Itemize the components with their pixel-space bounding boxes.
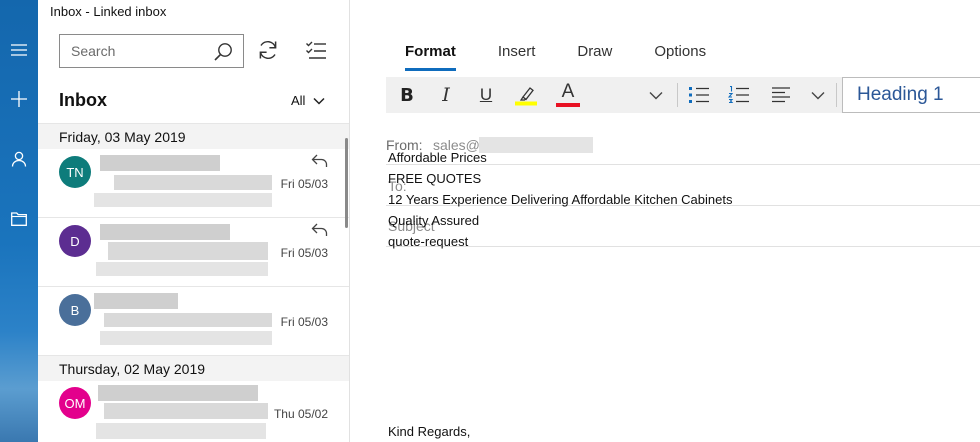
redacted-sender <box>94 293 178 309</box>
folder-icon[interactable] <box>0 204 38 234</box>
message-list-pane: Inbox - Linked inbox Inbox All Friday, 0… <box>38 0 350 442</box>
folder-title: Inbox <box>59 90 107 110</box>
redacted-from-address <box>479 137 593 153</box>
avatar: TN <box>59 156 91 188</box>
tab-draw[interactable]: Draw <box>577 43 612 71</box>
date-group-header: Friday, 03 May 2019 <box>38 123 349 149</box>
window-title: Inbox - Linked inbox <box>50 4 167 19</box>
tab-options[interactable]: Options <box>654 43 706 71</box>
body-line: quote-request <box>388 234 469 249</box>
avatar: OM <box>59 387 91 419</box>
navigation-rail <box>0 0 38 442</box>
toolbar-divider <box>677 83 678 107</box>
redacted-sender <box>98 385 258 401</box>
date-group-header: Thursday, 02 May 2019 <box>38 355 349 381</box>
search-icon[interactable] <box>214 42 233 66</box>
toolbar-divider <box>836 83 837 107</box>
search-box[interactable] <box>59 34 244 68</box>
avatar: B <box>59 294 91 326</box>
body-line: Quality Assured <box>388 213 480 228</box>
highlight-button[interactable] <box>510 77 542 113</box>
font-color-letter: A <box>561 81 575 102</box>
underline-button[interactable]: U <box>472 77 500 113</box>
redacted-subject <box>108 242 268 260</box>
ribbon-tabs: Format Insert Draw Options <box>405 43 748 71</box>
paragraph-options-button[interactable] <box>806 77 830 113</box>
align-button[interactable] <box>766 77 796 113</box>
chevron-down-icon <box>649 91 663 99</box>
message-date: Fri 05/03 <box>280 315 328 329</box>
redacted-subject <box>104 313 272 327</box>
more-formatting-button[interactable] <box>644 77 668 113</box>
italic-button[interactable]: I <box>433 77 459 113</box>
signoff-line: Kind Regards, <box>388 424 471 439</box>
redacted-sender <box>100 155 220 171</box>
redacted-subject <box>104 403 268 419</box>
redacted-preview <box>96 262 268 276</box>
chevron-down-icon <box>811 91 825 99</box>
filter-label: All <box>291 93 306 108</box>
replied-icon <box>311 154 329 173</box>
message-item[interactable]: B Fri 05/03 <box>38 287 349 356</box>
message-date: Thu 05/02 <box>273 407 328 421</box>
new-mail-icon[interactable] <box>0 84 38 114</box>
avatar: D <box>59 225 91 257</box>
redacted-sender <box>100 224 230 240</box>
person-icon[interactable] <box>0 144 38 174</box>
hamburger-menu-icon[interactable] <box>0 35 38 65</box>
font-color-swatch <box>556 103 580 107</box>
highlighter-icon <box>515 87 537 106</box>
message-date: Fri 05/03 <box>280 246 328 260</box>
redacted-preview <box>94 193 272 207</box>
message-date: Fri 05/03 <box>280 177 328 191</box>
bullets-button[interactable] <box>686 77 712 113</box>
filter-dropdown[interactable]: All <box>291 93 325 108</box>
body-line: Affordable Prices <box>388 150 487 165</box>
style-value: Heading 1 <box>857 84 944 105</box>
font-color-button[interactable]: A <box>552 77 584 113</box>
redacted-preview <box>96 423 266 439</box>
chevron-down-icon <box>313 97 325 105</box>
list-scrollbar[interactable] <box>345 138 348 228</box>
select-mode-icon[interactable] <box>304 38 328 62</box>
message-item[interactable]: OM Thu 05/02 <box>38 381 349 442</box>
message-item[interactable]: TN Fri 05/03 <box>38 149 349 218</box>
body-line: FREE QUOTES <box>388 171 482 186</box>
search-input[interactable] <box>60 35 210 67</box>
align-left-icon <box>772 87 790 103</box>
body-line: 12 Years Experience Delivering Affordabl… <box>388 192 733 207</box>
style-dropdown[interactable]: Heading 1 <box>842 77 980 113</box>
compose-pane: Format Insert Draw Options B I U A Headi… <box>351 0 980 442</box>
tab-format[interactable]: Format <box>405 43 456 71</box>
replied-icon <box>311 223 329 242</box>
numbered-list-icon <box>728 85 749 104</box>
format-toolbar: B I U A Heading 1 <box>386 77 980 113</box>
tab-insert[interactable]: Insert <box>498 43 536 71</box>
redacted-preview <box>100 331 272 345</box>
bulleted-list-icon <box>689 87 709 103</box>
numbering-button[interactable] <box>726 77 752 113</box>
sync-icon[interactable] <box>256 38 280 62</box>
redacted-subject <box>114 175 272 190</box>
bold-button[interactable]: B <box>393 77 421 113</box>
message-item[interactable]: D Fri 05/03 <box>38 218 349 287</box>
